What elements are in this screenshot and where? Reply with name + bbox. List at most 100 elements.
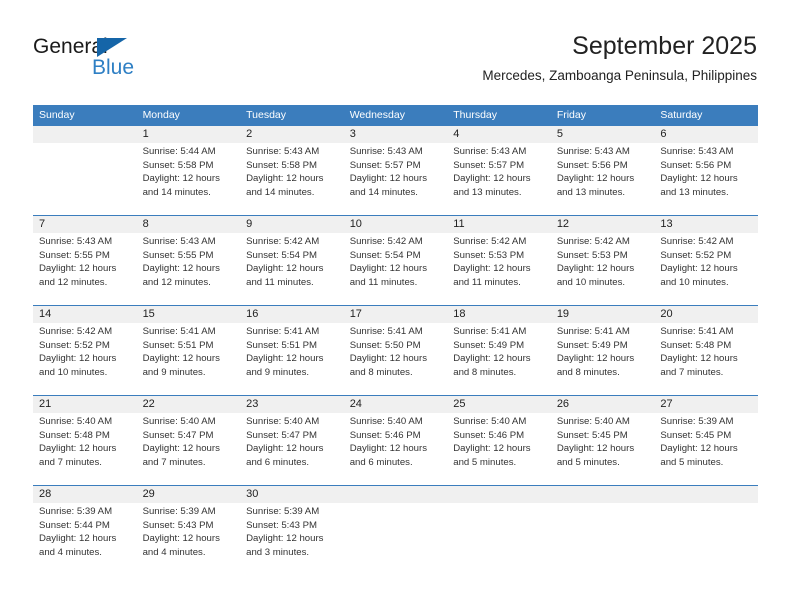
page-subtitle: Mercedes, Zamboanga Peninsula, Philippin…	[482, 68, 757, 83]
day-cell-17[interactable]: Sunrise: 5:41 AM Sunset: 5:50 PM Daylight:…	[343, 323, 448, 395]
day-info-line: Daylight: 12 hours	[453, 443, 531, 455]
day-info-line: Sunset: 5:54 PM	[246, 249, 318, 261]
day-info-line: Sunrise: 5:43 AM	[142, 236, 216, 247]
day-number-15[interactable]: 15	[136, 306, 241, 323]
day-cell-25[interactable]: Sunrise: 5:40 AM Sunset: 5:46 PM Daylight:…	[447, 413, 551, 485]
day-info-line: Sunset: 5:56 PM	[556, 159, 628, 171]
day-cell-27[interactable]: Sunrise: 5:39 AM Sunset: 5:45 PM Daylight:…	[654, 413, 758, 485]
day-info-line: and 5 minutes.	[660, 457, 724, 469]
day-number-22[interactable]: 22	[136, 396, 241, 413]
day-number-25[interactable]: 25	[447, 396, 551, 413]
day-number-17[interactable]: 17	[343, 306, 448, 323]
day-cell-13[interactable]: Sunrise: 5:42 AM Sunset: 5:52 PM Daylight:…	[654, 233, 758, 305]
week-daynumber-row: 14 15 16 17 18 19 20	[33, 306, 758, 323]
day-info-line: Sunset: 5:48 PM	[39, 429, 110, 441]
day-number-1[interactable]: 1	[136, 126, 241, 143]
day-number-11[interactable]: 11	[447, 216, 551, 233]
day-info-line: Daylight: 12 hours	[142, 443, 220, 455]
day-number-30[interactable]: 30	[240, 486, 344, 503]
day-cell-24[interactable]: Sunrise: 5:40 AM Sunset: 5:46 PM Daylight:…	[343, 413, 448, 485]
weekday-header-tuesday: Tuesday	[240, 105, 344, 126]
day-cell-4[interactable]: Sunrise: 5:43 AM Sunset: 5:57 PM Daylight:…	[447, 143, 551, 215]
day-cell-1[interactable]: Sunrise: 5:44 AM Sunset: 5:58 PM Daylight:…	[136, 143, 241, 215]
day-info-line: Sunrise: 5:42 AM	[453, 236, 527, 247]
day-info-line: Sunset: 5:46 PM	[453, 429, 525, 441]
day-number-18[interactable]: 18	[447, 306, 551, 323]
day-number-24[interactable]: 24	[343, 396, 448, 413]
day-cell-21[interactable]: Sunrise: 5:40 AM Sunset: 5:48 PM Daylight:…	[33, 413, 137, 485]
day-cell-2[interactable]: Sunrise: 5:43 AM Sunset: 5:58 PM Daylight:…	[240, 143, 344, 215]
day-cell-18[interactable]: Sunrise: 5:41 AM Sunset: 5:49 PM Daylight:…	[447, 323, 551, 395]
day-info-line: Sunset: 5:43 PM	[246, 519, 318, 531]
day-info-line: and 3 minutes.	[246, 547, 310, 559]
weekday-header-friday: Friday	[550, 105, 655, 126]
day-info-line: and 10 minutes.	[39, 367, 108, 379]
day-number-29[interactable]: 29	[136, 486, 241, 503]
day-cell-16[interactable]: Sunrise: 5:41 AM Sunset: 5:51 PM Daylight:…	[240, 323, 344, 395]
day-cell-30[interactable]: Sunrise: 5:39 AM Sunset: 5:43 PM Daylight:…	[240, 503, 344, 575]
day-number-8[interactable]: 8	[136, 216, 241, 233]
day-info-line: Daylight: 12 hours	[246, 443, 324, 455]
day-number-26[interactable]: 26	[550, 396, 655, 413]
day-number-27[interactable]: 27	[654, 396, 758, 413]
day-number-9[interactable]: 9	[240, 216, 344, 233]
day-cell-15[interactable]: Sunrise: 5:41 AM Sunset: 5:51 PM Daylight:…	[136, 323, 241, 395]
day-number-16[interactable]: 16	[240, 306, 344, 323]
day-number-14[interactable]: 14	[33, 306, 137, 323]
day-info-line: Sunset: 5:47 PM	[246, 429, 318, 441]
day-cell-10[interactable]: Sunrise: 5:42 AM Sunset: 5:54 PM Daylight:…	[343, 233, 448, 305]
day-number-19[interactable]: 19	[550, 306, 655, 323]
day-cell-7[interactable]: Sunrise: 5:43 AM Sunset: 5:55 PM Daylight:…	[33, 233, 137, 305]
day-number-5[interactable]: 5	[550, 126, 655, 143]
day-cell-5[interactable]: Sunrise: 5:43 AM Sunset: 5:56 PM Daylight:…	[550, 143, 655, 215]
day-cell-12[interactable]: Sunrise: 5:42 AM Sunset: 5:53 PM Daylight:…	[550, 233, 655, 305]
day-info-line: Sunset: 5:55 PM	[142, 249, 214, 261]
day-number-12[interactable]: 12	[550, 216, 655, 233]
day-info-line: Sunset: 5:45 PM	[556, 429, 628, 441]
day-cell-9[interactable]: Sunrise: 5:42 AM Sunset: 5:54 PM Daylight:…	[240, 233, 344, 305]
day-info-line: Sunrise: 5:41 AM	[556, 326, 630, 337]
day-info-line: and 13 minutes.	[660, 187, 729, 199]
general-blue-logo[interactable]: General Blue	[33, 35, 213, 90]
day-number-10[interactable]: 10	[343, 216, 448, 233]
day-info-line: Sunset: 5:52 PM	[660, 249, 732, 261]
day-number-28[interactable]: 28	[33, 486, 137, 503]
day-info-line: Daylight: 12 hours	[246, 533, 324, 545]
day-cell-22[interactable]: Sunrise: 5:40 AM Sunset: 5:47 PM Daylight:…	[136, 413, 241, 485]
day-number-6[interactable]: 6	[654, 126, 758, 143]
day-cell-14[interactable]: Sunrise: 5:42 AM Sunset: 5:52 PM Daylight:…	[33, 323, 137, 395]
day-number-23[interactable]: 23	[240, 396, 344, 413]
day-cell-11[interactable]: Sunrise: 5:42 AM Sunset: 5:53 PM Daylight:…	[447, 233, 551, 305]
day-number-2[interactable]: 2	[240, 126, 344, 143]
day-info-line: Daylight: 12 hours	[349, 173, 428, 185]
day-number-20[interactable]: 20	[654, 306, 758, 323]
day-cell-28[interactable]: Sunrise: 5:39 AM Sunset: 5:44 PM Daylight:…	[33, 503, 137, 575]
page-title: September 2025	[572, 32, 757, 60]
day-cell-23[interactable]: Sunrise: 5:40 AM Sunset: 5:47 PM Daylight:…	[240, 413, 344, 485]
day-cell-26[interactable]: Sunrise: 5:40 AM Sunset: 5:45 PM Daylight:…	[550, 413, 655, 485]
day-cell-19[interactable]: Sunrise: 5:41 AM Sunset: 5:49 PM Daylight:…	[550, 323, 655, 395]
week-detail-row: Sunrise: 5:39 AM Sunset: 5:44 PM Daylight:…	[33, 503, 758, 575]
week-daynumber-row: 21 22 23 24 25 26 27	[33, 396, 758, 413]
day-cell-empty	[33, 143, 137, 215]
day-number-empty	[447, 486, 551, 503]
day-cell-20[interactable]: Sunrise: 5:41 AM Sunset: 5:48 PM Daylight:…	[654, 323, 758, 395]
day-cell-29[interactable]: Sunrise: 5:39 AM Sunset: 5:43 PM Daylight:…	[136, 503, 241, 575]
day-cell-6[interactable]: Sunrise: 5:43 AM Sunset: 5:56 PM Daylight:…	[654, 143, 758, 215]
day-number-21[interactable]: 21	[33, 396, 137, 413]
day-info-line: and 6 minutes.	[246, 457, 310, 469]
day-info-line: Sunrise: 5:43 AM	[349, 146, 423, 157]
day-info-line: Daylight: 12 hours	[556, 263, 635, 275]
day-info-line: and 8 minutes.	[349, 367, 413, 379]
day-number-13[interactable]: 13	[654, 216, 758, 233]
day-info-line: Daylight: 12 hours	[39, 443, 117, 455]
day-number-7[interactable]: 7	[33, 216, 137, 233]
week-daynumber-row: 123456	[33, 126, 758, 143]
day-cell-3[interactable]: Sunrise: 5:43 AM Sunset: 5:57 PM Daylight:…	[343, 143, 448, 215]
day-number-4[interactable]: 4	[447, 126, 551, 143]
day-info-line: Daylight: 12 hours	[246, 173, 324, 185]
day-info-line: Daylight: 12 hours	[246, 353, 324, 365]
day-number-3[interactable]: 3	[343, 126, 448, 143]
day-cell-8[interactable]: Sunrise: 5:43 AM Sunset: 5:55 PM Daylight:…	[136, 233, 241, 305]
calendar-body: 1 2 3 4 5 6 Sunrise: 5:44 AM Sunset: 5:58 PM Day…	[33, 126, 758, 575]
